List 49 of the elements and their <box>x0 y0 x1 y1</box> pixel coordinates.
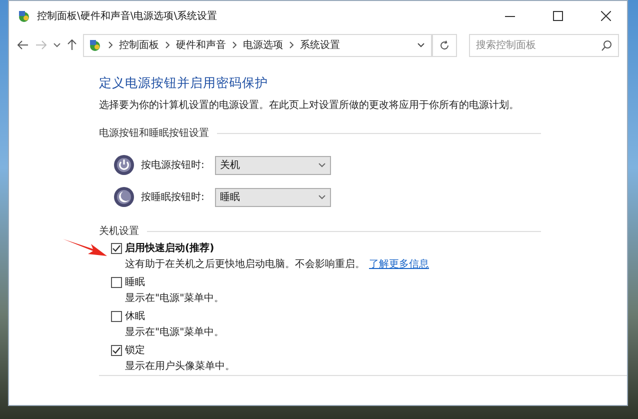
breadcrumb[interactable]: 电源选项 <box>243 38 283 52</box>
action-dropdown[interactable]: 关机 <box>215 156 331 174</box>
moon-icon <box>113 186 135 208</box>
checkbox[interactable] <box>111 310 122 322</box>
chevron-right-icon <box>289 41 294 49</box>
action-dropdown[interactable]: 睡眠 <box>215 188 331 206</box>
control-panel-icon <box>17 9 31 23</box>
option-description: 显示在用户头像菜单中。 <box>125 360 236 373</box>
chevron-icon <box>416 41 424 49</box>
window-title: 控制面板\硬件和声音\电源选项\系统设置 <box>37 10 218 23</box>
checkbox[interactable] <box>111 276 122 288</box>
breadcrumb[interactable]: 系统设置 <box>300 38 340 52</box>
option-label: 启用快速启动(推荐) <box>125 241 214 255</box>
section-title: 电源按钮和睡眠按钮设置 <box>99 126 209 140</box>
annotation-arrow <box>61 236 109 258</box>
learn-more-link[interactable]: 了解更多信息 <box>369 259 429 270</box>
chevron-right-icon <box>165 41 170 49</box>
breadcrumb[interactable]: 硬件和声音 <box>176 38 226 52</box>
chevron-icon <box>318 161 326 169</box>
page-heading: 定义电源按钮并启用密码保护 <box>99 75 269 92</box>
control-panel-icon <box>88 38 102 52</box>
option-label: 锁定 <box>125 344 145 357</box>
back-button[interactable] <box>17 40 29 50</box>
chevron-right-icon <box>108 41 113 49</box>
close-icon <box>601 11 611 21</box>
chevron-right-icon <box>232 41 237 49</box>
section-title: 关机设置 <box>99 224 139 238</box>
address-bar[interactable]: 控制面板 硬件和声音 电源选项 系统设置 <box>83 34 433 56</box>
maximize-icon <box>553 11 563 21</box>
checkbox[interactable] <box>111 344 122 356</box>
checkbox[interactable] <box>111 242 122 254</box>
option-description: 显示在"电源"菜单中。 <box>125 326 226 339</box>
setting-label: 按睡眠按钮时: <box>141 190 206 204</box>
option-label: 休眠 <box>125 310 145 323</box>
setting-label: 按电源按钮时: <box>141 158 206 172</box>
refresh-icon <box>439 40 450 50</box>
up-button[interactable] <box>67 39 77 51</box>
search-field[interactable]: 搜索控制面板 <box>469 34 619 56</box>
page-description: 选择要为你的计算机设置的电源设置。在此页上对设置所做的更改将应用于你所有的电源计划。 <box>99 98 520 112</box>
search-icon <box>601 40 612 50</box>
option-description: 这有助于在关机之后更快地启动电脑。不会影响重启。 了解更多信息 <box>125 258 430 271</box>
chevron-icon <box>318 193 326 201</box>
option-label: 睡眠 <box>125 276 145 289</box>
option-description: 显示在"电源"菜单中。 <box>125 292 226 305</box>
recent-dropdown-button[interactable] <box>53 41 61 49</box>
refresh-button[interactable] <box>433 34 457 56</box>
breadcrumb[interactable]: 控制面板 <box>119 38 159 52</box>
chevron-icon <box>53 41 61 49</box>
power-icon <box>113 154 135 176</box>
